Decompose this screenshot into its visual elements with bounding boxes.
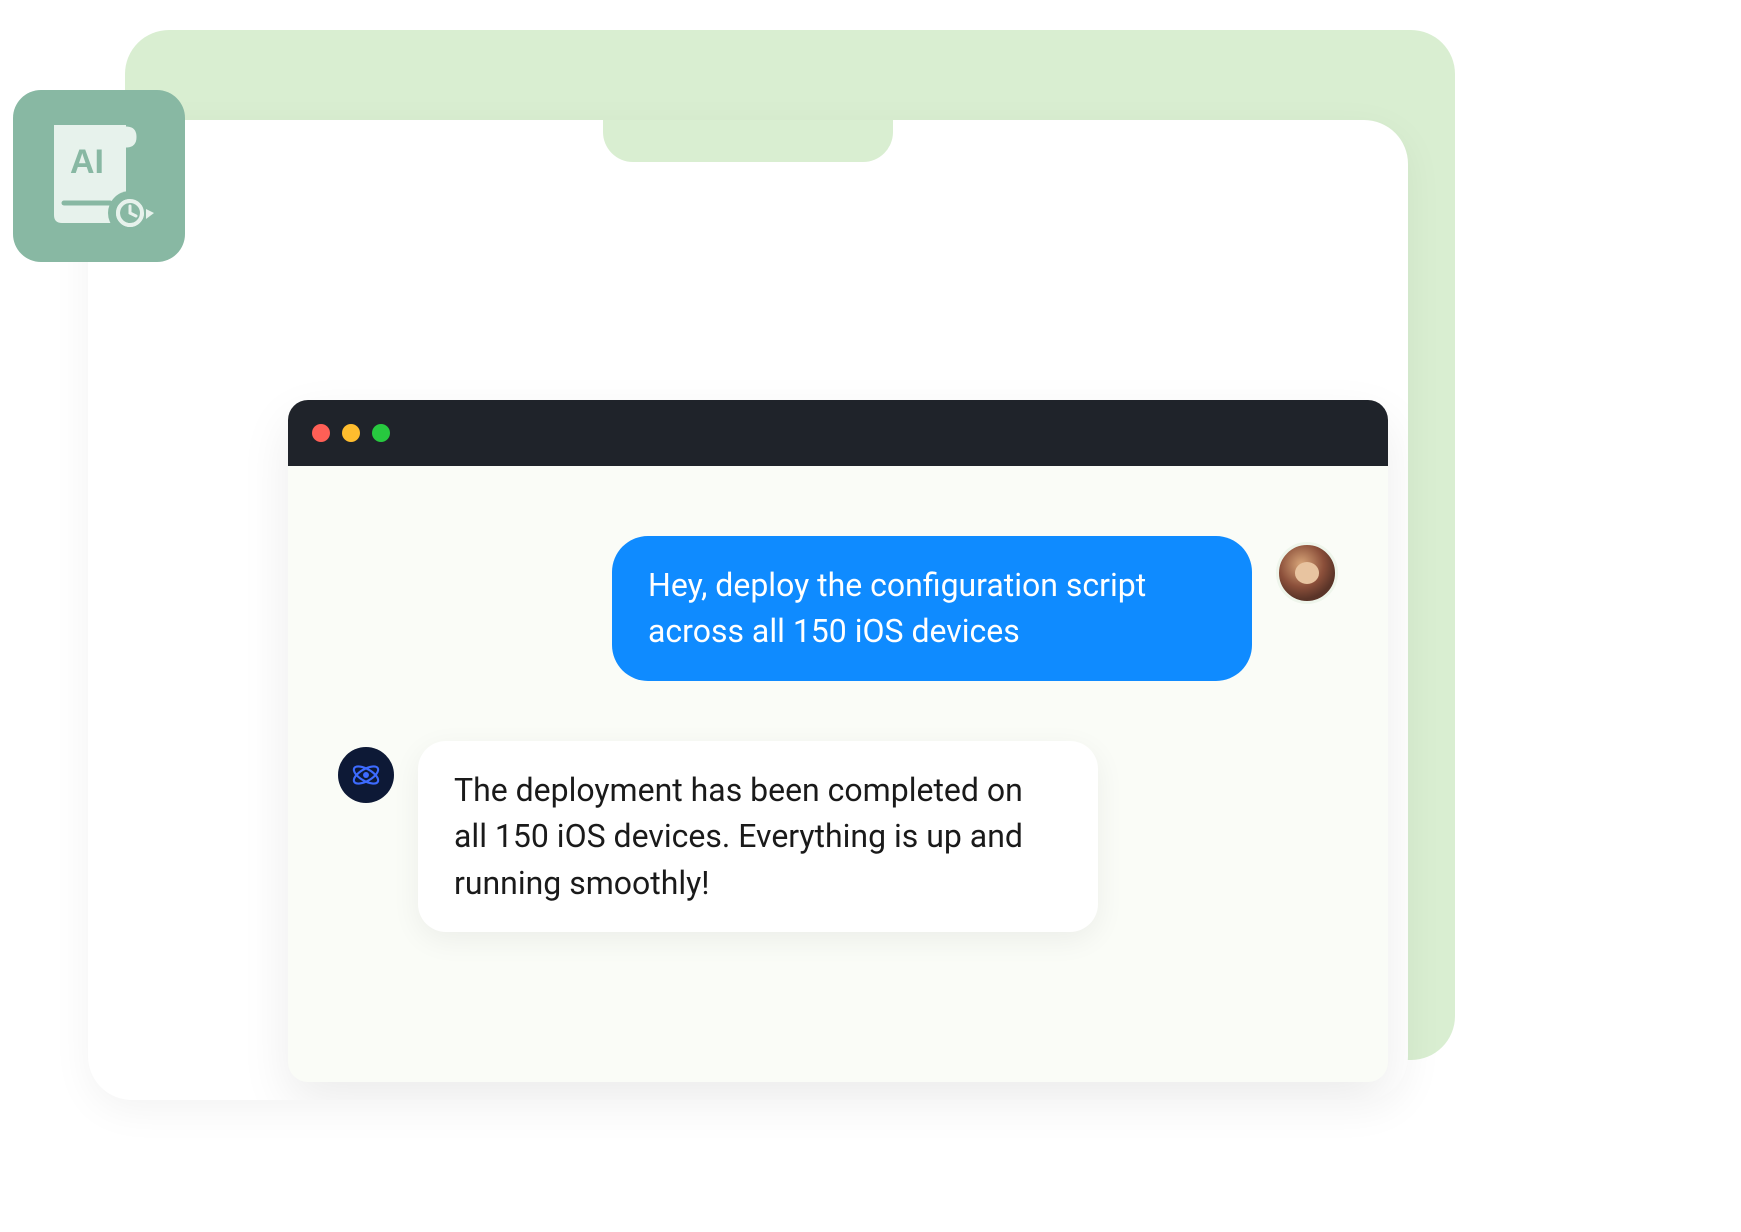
ai-avatar [338, 747, 394, 803]
minimize-icon[interactable] [342, 424, 360, 442]
chat-body: Hey, deploy the configuration script acr… [288, 466, 1388, 1082]
user-avatar [1276, 542, 1338, 604]
ai-document-refresh-icon: AI [34, 111, 164, 241]
chat-window: Hey, deploy the configuration script acr… [288, 400, 1388, 1082]
chat-row-ai: The deployment has been completed on all… [338, 741, 1338, 932]
ai-badge-text: AI [70, 143, 104, 181]
illustration-stage: Hey, deploy the configuration script acr… [0, 0, 1500, 1100]
chat-row-user: Hey, deploy the configuration script acr… [338, 536, 1338, 681]
ai-message-bubble: The deployment has been completed on all… [418, 741, 1098, 932]
atom-icon [349, 758, 383, 792]
user-message-bubble: Hey, deploy the configuration script acr… [612, 536, 1252, 681]
window-title-bar [288, 400, 1388, 466]
zoom-icon[interactable] [372, 424, 390, 442]
tablet-notch [603, 120, 893, 162]
ai-script-badge: AI [13, 90, 185, 262]
tablet-frame: Hey, deploy the configuration script acr… [88, 120, 1408, 1100]
close-icon[interactable] [312, 424, 330, 442]
